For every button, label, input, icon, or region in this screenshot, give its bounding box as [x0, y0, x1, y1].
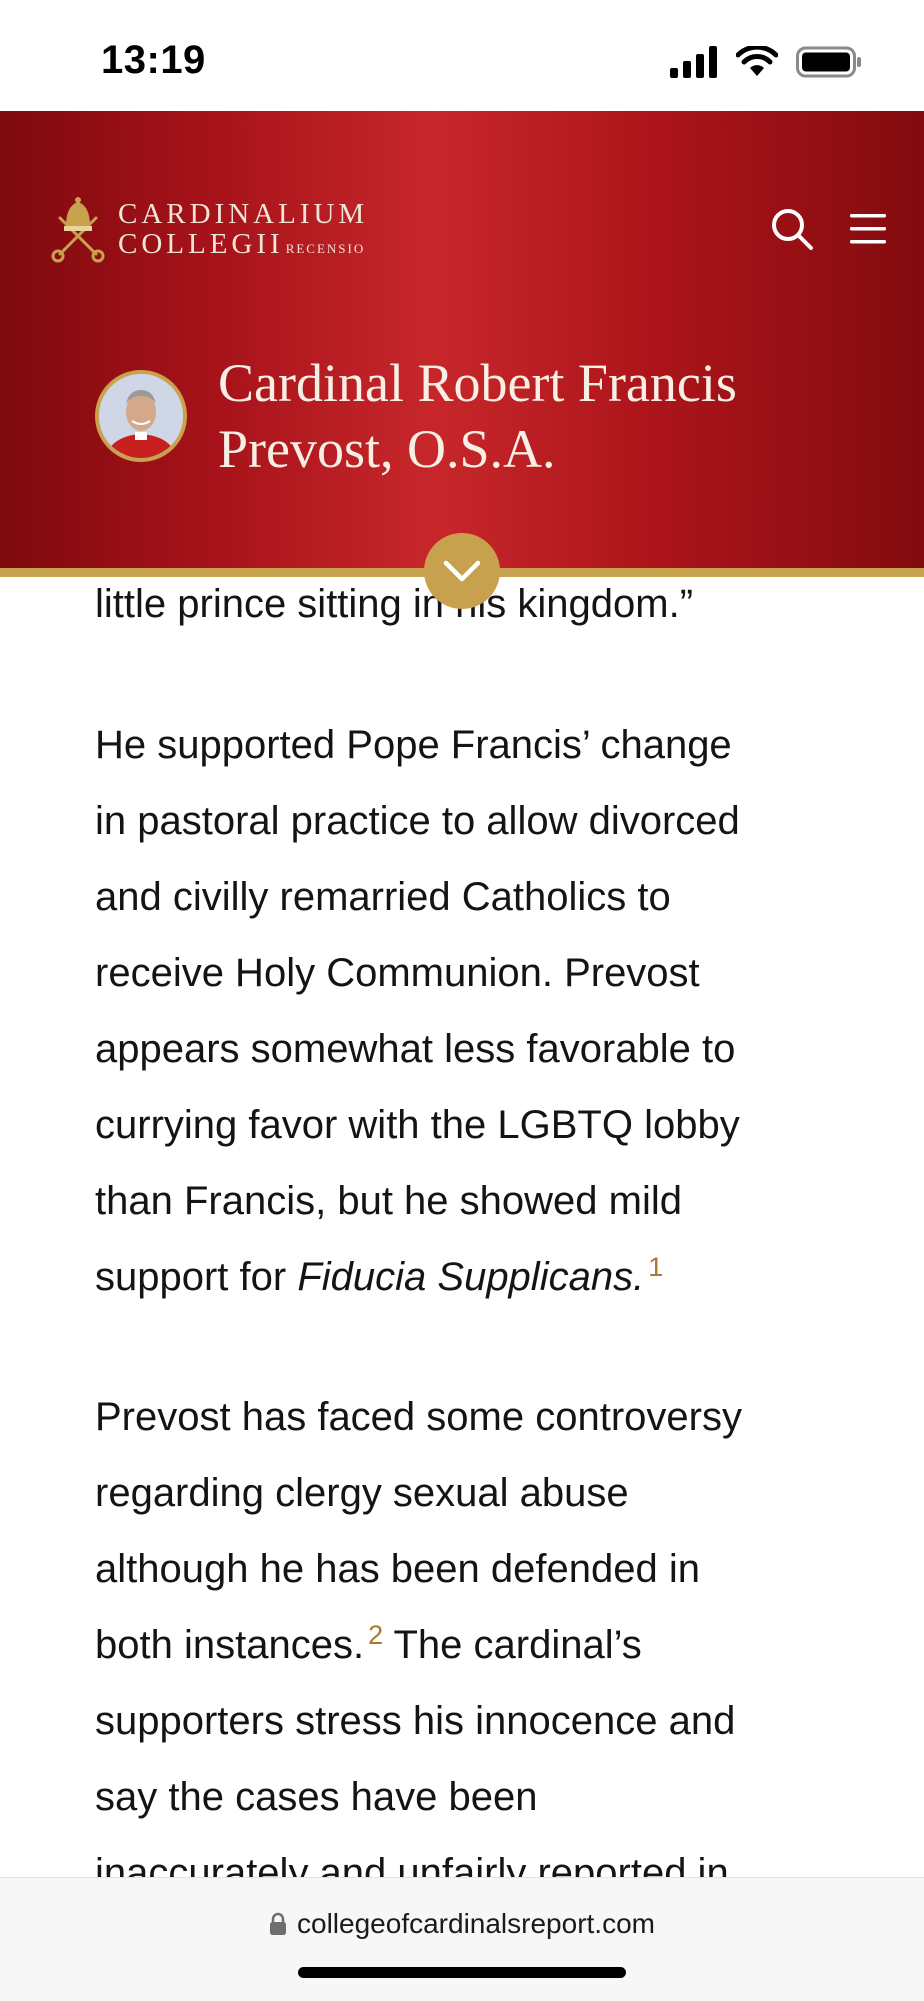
article-line: both instances. 2 The cardinal’s — [95, 1621, 642, 1669]
signal-icon — [670, 46, 717, 78]
site-header — [0, 111, 924, 568]
footnote-link-1[interactable]: 1 — [648, 1252, 663, 1282]
page-title-line2: Prevost, O.S.A. — [218, 419, 556, 479]
article-line: Prevost has faced some controversy — [95, 1395, 742, 1439]
footnote-link-2[interactable]: 2 — [368, 1620, 383, 1650]
article-line: supporters stress his innocence and — [95, 1699, 736, 1743]
page-title-line1: Cardinal Robert Francis — [218, 353, 737, 413]
document-title-italic: Fiducia Supplicans. — [297, 1255, 645, 1299]
article-line: little prince sitting in his kingdom.” — [95, 582, 694, 626]
browser-address-bar[interactable]: collegeofcardinalsreport.com — [0, 1877, 924, 2001]
article-line: in pastoral practice to allow divorced — [95, 799, 740, 843]
wifi-icon — [736, 46, 778, 76]
status-bar: 13:19 — [0, 0, 924, 111]
article-text: both instances. — [95, 1623, 365, 1667]
page-title: Cardinal Robert Francis Prevost, O.S.A. — [218, 350, 898, 482]
article-line: regarding clergy sexual abuse — [95, 1471, 629, 1515]
hamburger-menu-icon — [850, 214, 886, 244]
menu-button[interactable] — [848, 211, 888, 247]
article-line: support for Fiducia Supplicans. 1 — [95, 1253, 663, 1301]
article-line: appears somewhat less favorable to — [95, 1027, 736, 1071]
status-time: 13:19 — [101, 38, 206, 82]
url-text: collegeofcardinalsreport.com — [297, 1908, 655, 1939]
article-line: and civilly remarried Catholics to — [95, 875, 671, 919]
article-line: than Francis, but he showed mild — [95, 1179, 682, 1223]
article-text: The cardinal’s — [383, 1623, 642, 1667]
article-line: receive Holy Communion. Prevost — [95, 951, 700, 995]
chevron-down-icon — [443, 560, 481, 582]
site-logo[interactable]: CARDINALIUM COLLEGII RECENSIO — [50, 196, 368, 266]
cardinal-avatar — [95, 370, 187, 462]
article-line: currying favor with the LGBTQ lobby — [95, 1103, 740, 1147]
article-line: although he has been defended in — [95, 1547, 700, 1591]
home-indicator[interactable] — [298, 1967, 626, 1978]
article-text: support for — [95, 1255, 298, 1299]
article-line: say the cases have been — [95, 1775, 538, 1819]
logo-sub: RECENSIO — [285, 240, 366, 256]
status-icons — [670, 44, 862, 80]
lock-icon — [270, 1912, 287, 1935]
article-line: He supported Pope Francis’ change — [95, 723, 732, 767]
logo-line1: CARDINALIUM — [118, 197, 369, 230]
search-button[interactable] — [770, 207, 814, 251]
papal-keys-logo-icon — [51, 197, 105, 263]
portrait-image — [99, 374, 183, 458]
logo-line2: COLLEGII — [118, 227, 284, 260]
search-icon — [772, 209, 813, 250]
battery-icon — [796, 46, 861, 78]
expand-header-button[interactable] — [424, 533, 500, 609]
